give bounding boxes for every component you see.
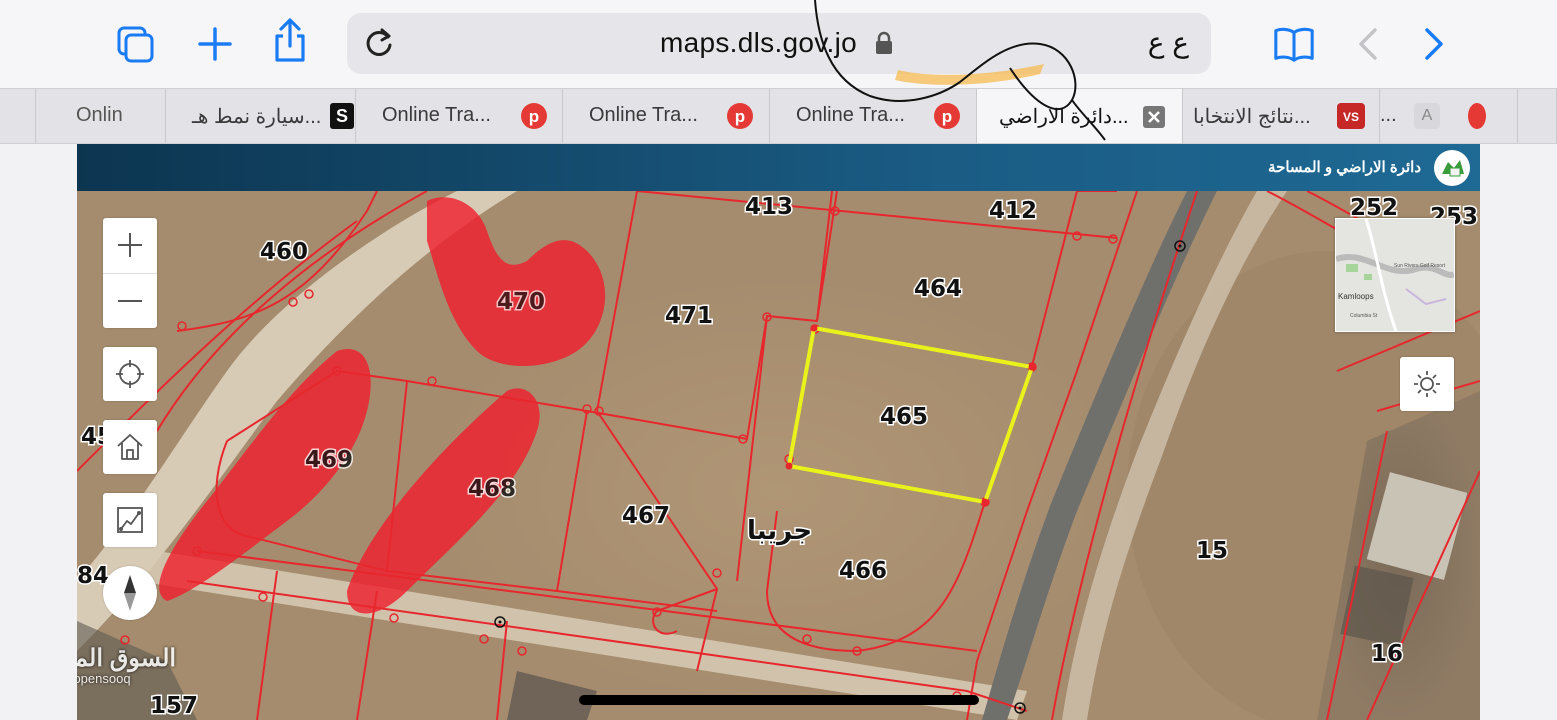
measure-icon — [117, 507, 143, 533]
map-canvas[interactable]: 460 413 412 470 471 464 465 469 468 467 … — [77, 191, 1480, 720]
parcel-label-selected[interactable]: 465 — [879, 403, 930, 432]
basemap-label: Columbia St — [1350, 313, 1378, 319]
crosshair-icon — [116, 360, 144, 388]
parcel-label[interactable]: 466 — [838, 557, 889, 586]
parcel-label[interactable]: 16 — [1370, 640, 1405, 669]
area-name-label: جريبا — [747, 516, 812, 546]
basemap-label: Kamloops — [1338, 292, 1374, 301]
parcel-label[interactable]: 15 — [1195, 537, 1230, 566]
parcel-label[interactable]: 464 — [913, 275, 964, 304]
zoom-in-button[interactable] — [103, 218, 157, 274]
parcel-label[interactable]: 471 — [664, 302, 715, 331]
handwritten-annotation — [814, 0, 1106, 141]
watermark: السوق المفتوح opensooq — [77, 644, 182, 686]
plus-icon — [118, 233, 142, 258]
dls-logo-icon — [1434, 150, 1470, 186]
parcel-label[interactable]: 469 — [304, 446, 355, 475]
basemap-thumb-map: Kamloops Sun Rivers Golf Resort Columbia… — [1336, 219, 1454, 331]
watermark-text: السوق المفتوح — [77, 645, 177, 672]
watermark-subtext: opensooq — [77, 671, 131, 686]
minus-icon — [118, 299, 142, 302]
map-view[interactable]: 460 413 412 470 471 464 465 469 468 467 … — [77, 191, 1480, 720]
zoom-out-button[interactable] — [103, 274, 157, 329]
sun-icon — [1414, 371, 1440, 397]
compass-button[interactable] — [103, 566, 157, 620]
header-title: دائرة الاراضي و المساحة — [1268, 159, 1421, 176]
parcel-label[interactable]: 157 — [149, 692, 200, 720]
parcel-label[interactable]: 470 — [496, 288, 547, 317]
brightness-button[interactable] — [1400, 357, 1454, 411]
page-header: دائرة الاراضي و المساحة — [77, 144, 1480, 191]
parcel-label[interactable]: 460 — [259, 238, 310, 267]
locate-button[interactable] — [103, 347, 157, 401]
parcel-label[interactable]: 467 — [621, 502, 672, 531]
home-indicator[interactable] — [579, 695, 979, 705]
parcel-label[interactable]: 468 — [467, 475, 518, 504]
home-button[interactable] — [103, 420, 157, 474]
compass-icon — [124, 575, 136, 611]
parcel-label[interactable]: 412 — [988, 197, 1039, 226]
basemap-label: Sun Rivers Golf Resort — [1394, 263, 1446, 269]
parcel-label[interactable]: 413 — [744, 193, 795, 222]
basemap-switcher[interactable]: Kamloops Sun Rivers Golf Resort Columbia… — [1335, 218, 1455, 332]
measure-button[interactable] — [103, 493, 157, 547]
zoom-control — [103, 218, 157, 328]
home-icon — [117, 434, 143, 460]
